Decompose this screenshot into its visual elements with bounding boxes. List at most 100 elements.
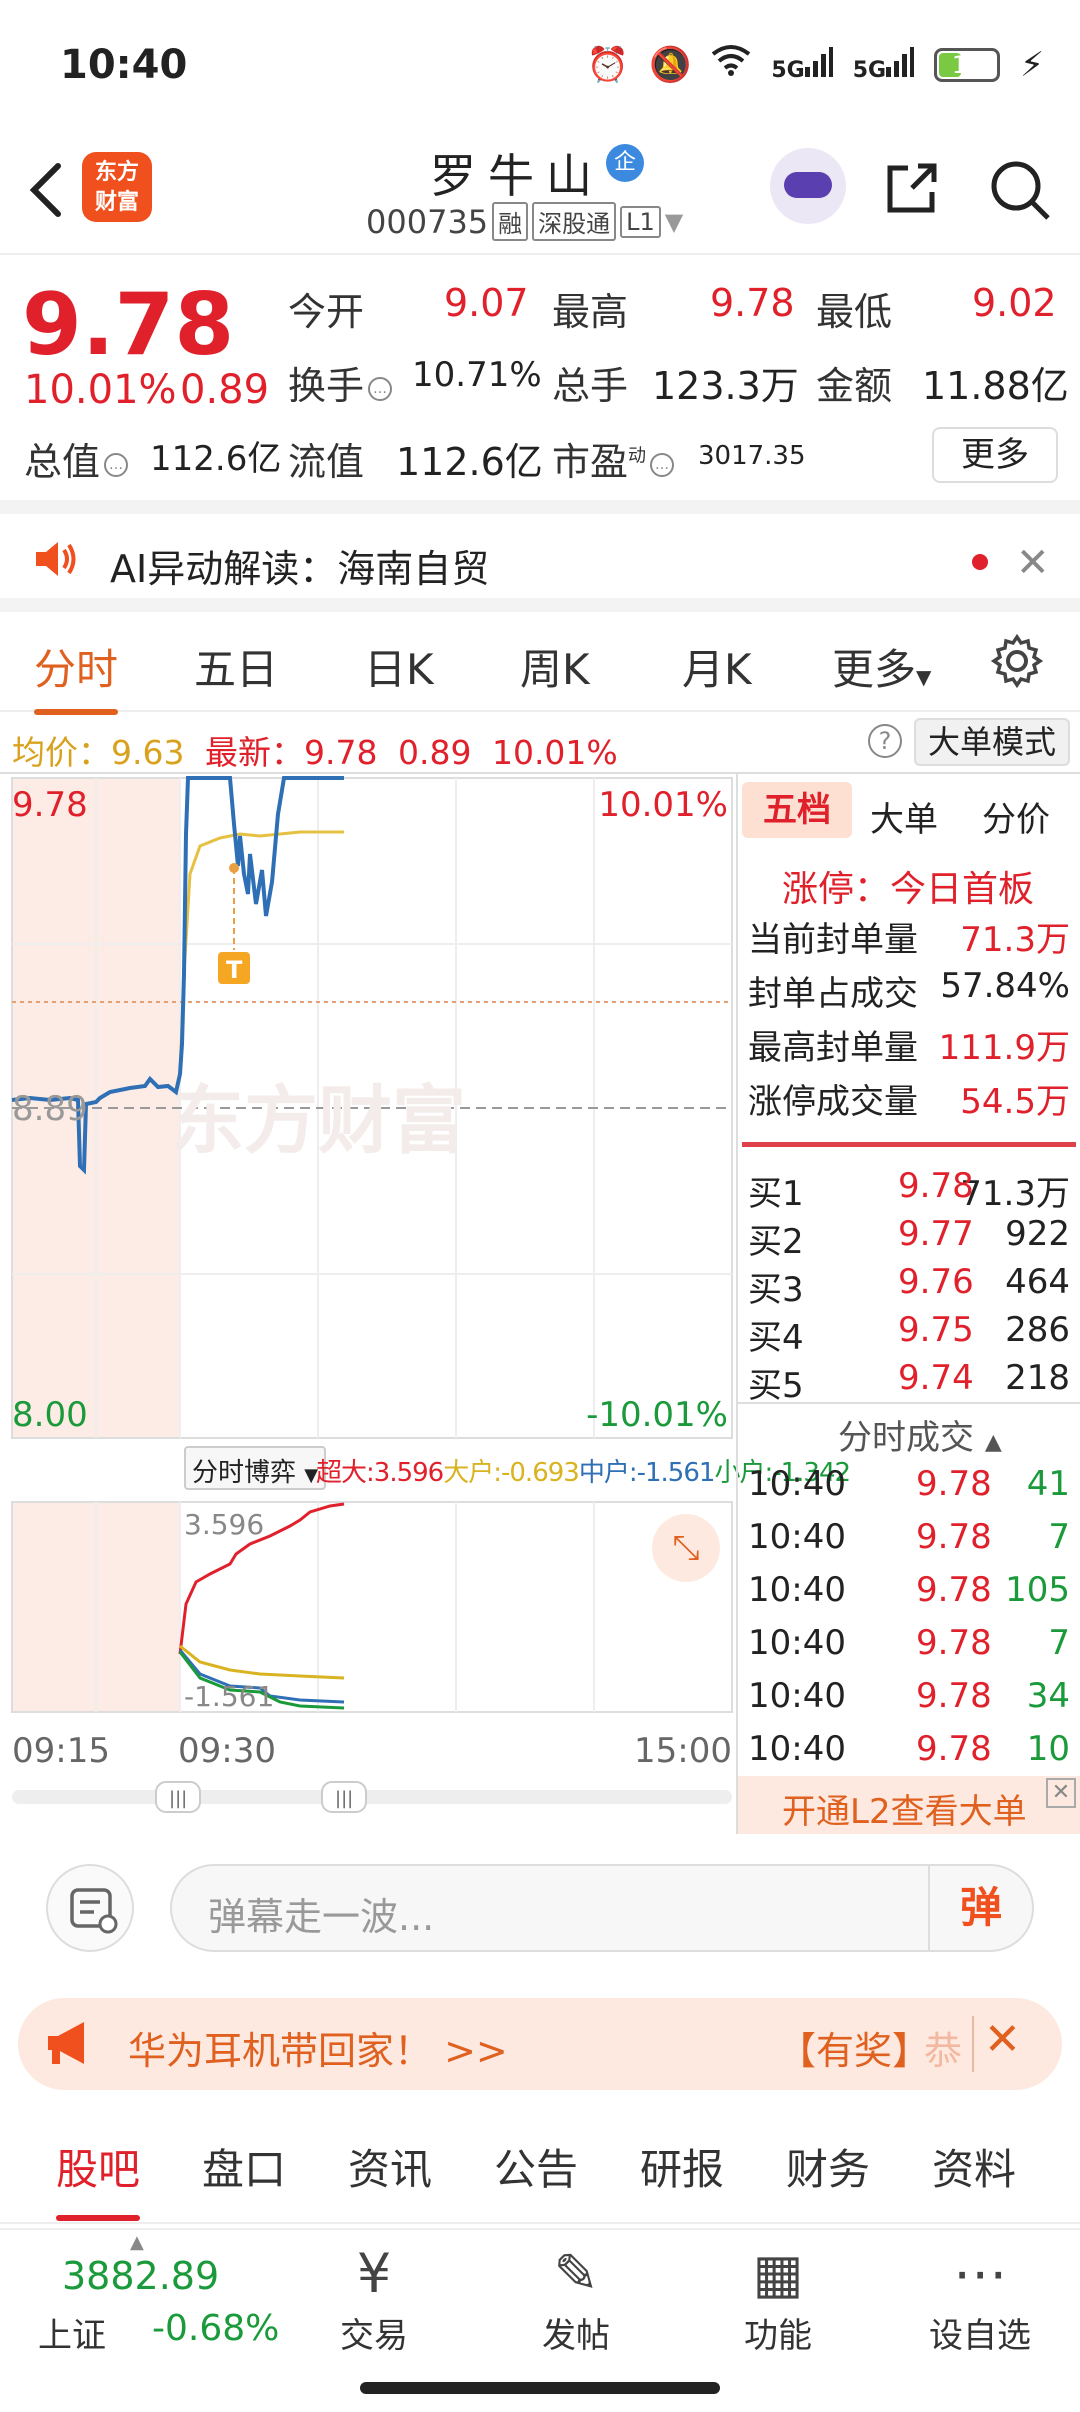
- tab-market-depth[interactable]: 盘口: [202, 2136, 286, 2197]
- y-min-label: 8.00: [12, 1395, 88, 1435]
- last-pct: 10.01%: [491, 733, 618, 772]
- x-end-label: 15:00: [634, 1731, 732, 1771]
- last-label: 最新：: [204, 733, 304, 772]
- limit-row: 最高封单量 111.9万: [748, 1028, 1070, 1068]
- tab-profile[interactable]: 资料: [932, 2136, 1016, 2197]
- megaphone-icon: [44, 2018, 96, 2072]
- nav-functions[interactable]: ▦ 功能: [718, 2240, 838, 2357]
- charging-icon: ⚡: [1020, 44, 1044, 85]
- tab-price-dist[interactable]: 分价: [982, 792, 1050, 841]
- ticks-title[interactable]: 分时成交 ▲: [838, 1410, 1002, 1459]
- high-value: 9.78: [710, 281, 795, 325]
- close-icon[interactable]: ✕: [1016, 540, 1050, 586]
- bid-row[interactable]: 买4 9.75 286: [748, 1310, 1070, 1359]
- promo-banner[interactable]: 华为耳机带回家！ >> 【有奖】 恭 ✕: [18, 1998, 1062, 2090]
- l2-banner-text: 开通L2查看大单: [782, 1792, 1027, 1832]
- danmu-settings-icon[interactable]: [46, 1864, 134, 1952]
- index-value[interactable]: 3882.89: [62, 2254, 219, 2298]
- chart-tabs: 分时 五日 日K 周K 月K 更多▼: [0, 612, 1080, 715]
- mcap-value: 112.6亿: [150, 439, 282, 479]
- last-change: 0.89: [397, 733, 472, 772]
- tab-forum[interactable]: 股吧: [56, 2136, 141, 2221]
- expand-up-icon[interactable]: ▲: [130, 2232, 144, 2253]
- quote-panel: 9.78 10.01% 0.89 今开 9.07 最高 9.78 最低 9.02…: [0, 255, 1080, 500]
- info-icon: …: [650, 452, 675, 477]
- bid-row[interactable]: 买2 9.77 922: [748, 1214, 1070, 1263]
- tab-news[interactable]: 资讯: [348, 2136, 432, 2197]
- nav-trade[interactable]: ¥ 交易: [314, 2240, 434, 2357]
- turnover-label[interactable]: 换手…: [288, 355, 393, 410]
- share-icon[interactable]: [882, 158, 942, 218]
- tab-daily-k[interactable]: 日K: [364, 636, 434, 697]
- float-value: 112.6亿: [396, 440, 543, 484]
- mcap-label[interactable]: 总值…: [24, 431, 129, 486]
- index-pct: -0.68%: [152, 2308, 280, 2349]
- float-label: 流值: [288, 440, 365, 484]
- big-order-mode-button[interactable]: 大单模式: [914, 718, 1070, 766]
- search-icon[interactable]: [988, 158, 1052, 222]
- danmu-send-button[interactable]: 弹: [928, 1866, 1032, 1950]
- stock-header: 东方 财富 罗牛山 企 000735 融 深股通 L1 ▼: [0, 130, 1080, 255]
- x-mid-label: 09:30: [178, 1731, 276, 1771]
- stock-code: 000735: [366, 202, 489, 241]
- order-book-panel: 五档 大单 分价 涨停：今日首板 当前封单量 71.3万 封单占成交 57.84% …: [736, 774, 1080, 1834]
- tag-connect: 深股通: [532, 202, 617, 241]
- stock-code-row[interactable]: 000735 融 深股通 L1 ▼: [366, 202, 683, 241]
- tab-big-orders[interactable]: 大单: [870, 792, 938, 841]
- edit-icon: ✎: [553, 2242, 599, 2305]
- tab-announcements[interactable]: 公告: [494, 2136, 578, 2197]
- status-icons: ⏰ 🔕 5G 5G 17 ⚡: [587, 44, 1044, 85]
- expand-icon[interactable]: ⤡: [652, 1514, 720, 1582]
- avg-line: [178, 830, 344, 1075]
- svg-text:|||: |||: [169, 1788, 187, 1809]
- grid-icon: ▦: [752, 2242, 804, 2305]
- tab-five-levels[interactable]: 五档: [742, 782, 852, 838]
- ai-label: AI异动解读：: [110, 547, 338, 591]
- back-icon[interactable]: [26, 160, 66, 235]
- promo-tail: 恭: [924, 2029, 963, 2073]
- tab-research[interactable]: 研报: [640, 2136, 724, 2197]
- range-scrollbar[interactable]: [12, 1790, 732, 1804]
- ai-insight-bar[interactable]: AI异动解读：海南自贸 ✕: [0, 514, 1080, 610]
- trade-marker-label: T: [226, 956, 243, 984]
- avg-value: 9.63: [111, 733, 185, 772]
- flow-type-select[interactable]: 分时博弈 ▼: [184, 1446, 327, 1490]
- tab-five-day[interactable]: 五日: [194, 636, 278, 697]
- low-label: 最低: [816, 290, 893, 334]
- close-icon[interactable]: ✕: [984, 2014, 1021, 2065]
- more-button[interactable]: 更多: [932, 427, 1058, 483]
- promo-tag: 【有奖】: [778, 2029, 931, 2073]
- battery-icon: 17: [934, 47, 1001, 82]
- bid-row[interactable]: 买5 9.74 218: [748, 1358, 1070, 1407]
- home-indicator[interactable]: [360, 2382, 720, 2394]
- l2-banner[interactable]: 开通L2查看大单 ✕: [738, 1776, 1080, 1834]
- more-dots-icon: ⋯: [953, 2242, 1007, 2305]
- yen-icon: ¥: [356, 2242, 392, 2305]
- limit-row: 涨停成交量 54.5万: [748, 1082, 1070, 1122]
- tab-more[interactable]: 更多▼: [832, 636, 931, 697]
- assistant-avatar-icon[interactable]: [770, 148, 846, 224]
- danmu-input[interactable]: 弹幕走一波... 弹: [170, 1864, 1034, 1952]
- y-mid-label: 8.89: [12, 1089, 88, 1129]
- divider: [0, 500, 1080, 514]
- tag-level: L1: [620, 205, 661, 238]
- tab-financials[interactable]: 财务: [786, 2136, 870, 2197]
- nav-add-watchlist[interactable]: ⋯ 设自选: [920, 2240, 1040, 2357]
- pe-label[interactable]: 市盈动…: [552, 431, 675, 486]
- settings-icon[interactable]: [990, 633, 1044, 692]
- dropdown-icon: ▼: [916, 665, 932, 689]
- close-icon[interactable]: ✕: [1046, 1778, 1076, 1808]
- tick-row: 10:40 9.78 7: [748, 1517, 1070, 1557]
- nav-post[interactable]: ✎ 发帖: [516, 2240, 636, 2357]
- bid-row[interactable]: 买3 9.76 464: [748, 1262, 1070, 1311]
- info-icon: …: [368, 376, 393, 401]
- high-label: 最高: [552, 290, 629, 334]
- tab-intraday[interactable]: 分时: [34, 636, 119, 715]
- signal-5g-icon-2: 5G: [853, 46, 915, 83]
- tab-weekly-k[interactable]: 周K: [520, 636, 590, 697]
- help-icon[interactable]: ?: [868, 724, 902, 758]
- intraday-chart[interactable]: 东方财富 T 9.78 8.89 8.00 10.01% -10.01% 3.5…: [0, 774, 851, 1834]
- bid-row[interactable]: 买1 9.78 71.3万: [748, 1166, 1070, 1215]
- y-max-label: 9.78: [12, 785, 88, 825]
- tab-monthly-k[interactable]: 月K: [682, 636, 752, 697]
